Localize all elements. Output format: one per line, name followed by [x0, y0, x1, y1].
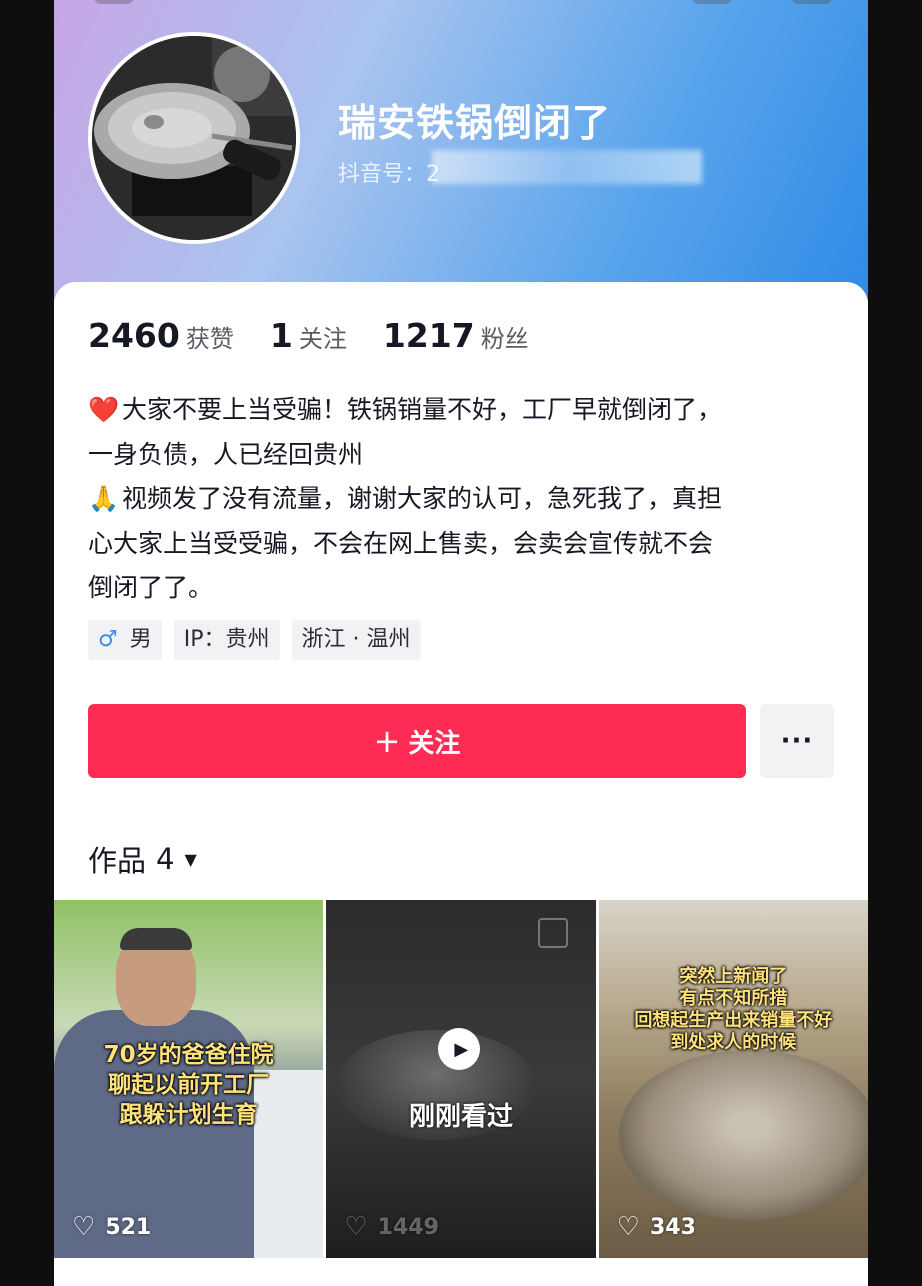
heart-emoji-icon: ❤️ — [88, 395, 120, 424]
following-count[interactable]: 1 — [270, 316, 293, 355]
caption-line: 突然上新闻了 — [679, 966, 788, 987]
bio-line: 倒闭了了。 — [88, 573, 214, 602]
caption-line: 70岁的爸爸住院 — [103, 1042, 274, 1068]
video-grid: 70岁的爸爸住院 聊起以前开工厂 跟躲计划生育 ♡ 521 ▶ 刚刚看过 ♡ 1… — [54, 900, 868, 1286]
works-count: 4 — [156, 842, 175, 876]
profile-stats: 2460 获赞 1 关注 1217 粉丝 — [88, 316, 565, 355]
follow-label: 关注 — [408, 728, 461, 759]
caption-line: 聊起以前开工厂 — [108, 1072, 270, 1098]
heart-outline-icon: ♡ — [72, 1212, 96, 1242]
video-thumbnail[interactable]: 突然上新闻了 有点不知所措 回想起生产出来销量不好 到处求人的时候 ♡ 343 — [598, 900, 868, 1258]
profile-bio: ❤️ 大家不要上当受骗！铁锅销量不好，工厂早就倒闭了， 一身负债，人已经回贵州 🙏… — [88, 388, 828, 611]
gender-tag: ♂ 男 — [88, 620, 162, 660]
profile-tags: ♂ 男 IP：贵州 浙江 · 温州 — [88, 620, 421, 660]
status-indicator — [94, 0, 134, 4]
bio-line: 大家不要上当受骗！铁锅销量不好，工厂早就倒闭了， — [122, 395, 723, 424]
ip-location-tag: IP：贵州 — [173, 620, 280, 660]
more-options-button[interactable]: ··· — [760, 704, 834, 778]
video-likes: ♡ 521 — [72, 1212, 151, 1242]
video-thumbnail[interactable]: 70岁的爸爸住院 聊起以前开工厂 跟躲计划生育 ♡ 521 — [54, 900, 324, 1258]
multi-image-icon — [537, 918, 568, 948]
video-thumbnail[interactable]: ▶ 刚刚看过 ♡ 1449 — [326, 900, 596, 1258]
douyin-id-redacted — [432, 150, 702, 184]
bio-line: 视频发了没有流量，谢谢大家的认可，急死我了，真担 — [122, 484, 723, 513]
heart-outline-icon: ♡ — [344, 1212, 368, 1242]
wok-avatar-image — [92, 36, 296, 240]
profile-screen: 瑞安铁锅倒闭了 抖音号：2 2460 获赞 1 关注 1217 粉丝 ❤️ 大家不… — [54, 0, 868, 1286]
likes-count[interactable]: 2460 — [88, 316, 180, 355]
profile-username: 瑞安铁锅倒闭了 — [338, 101, 612, 145]
heart-outline-icon: ♡ — [616, 1212, 640, 1242]
city-tag: 浙江 · 温州 — [291, 620, 421, 660]
caption-line: 有点不知所措 — [679, 988, 788, 1009]
likes-value: 343 — [649, 1214, 696, 1240]
works-tab[interactable]: 作品 4 ▼ — [88, 838, 197, 880]
video-likes: ♡ 343 — [617, 1212, 696, 1242]
video-caption: 70岁的爸爸住院 聊起以前开工厂 跟躲计划生育 — [54, 1040, 323, 1130]
caption-line: 跟躲计划生育 — [119, 1102, 258, 1128]
followers-label: 粉丝 — [480, 325, 529, 353]
pray-emoji-icon: 🙏 — [88, 484, 120, 513]
avatar[interactable] — [88, 32, 300, 244]
following-label: 关注 — [298, 325, 347, 353]
male-icon: ♂ — [98, 627, 118, 652]
recently-watched-label: 刚刚看过 — [408, 1102, 513, 1132]
likes-value: 1449 — [377, 1214, 439, 1240]
followers-count[interactable]: 1217 — [383, 316, 475, 355]
gender-label: 男 — [129, 627, 152, 652]
profile-header-background: 瑞安铁锅倒闭了 抖音号：2 — [54, 0, 868, 300]
likes-label: 获赞 — [185, 325, 234, 353]
caption-line: 回想起生产出来销量不好 — [634, 1010, 833, 1031]
status-indicator — [692, 0, 732, 4]
status-indicator — [792, 0, 832, 4]
caret-down-icon: ▼ — [184, 849, 197, 869]
douyin-id-label: 抖音号：2 — [338, 162, 440, 187]
bio-line: 一身负债，人已经回贵州 — [88, 439, 364, 469]
follow-button[interactable]: + 关注 — [88, 704, 746, 778]
likes-value: 521 — [105, 1214, 152, 1240]
bio-line: 心大家上当受受骗，不会在网上售卖，会卖会宣传就不会 — [88, 528, 714, 558]
video-likes: ♡ 1449 — [344, 1212, 439, 1242]
plus-icon: + — [373, 722, 401, 760]
caption-line: 到处求人的时候 — [670, 1032, 797, 1053]
person-hair-shape — [120, 928, 192, 950]
works-label: 作品 — [88, 844, 147, 878]
wok-shape — [618, 1050, 868, 1220]
video-caption: 突然上新闻了 有点不知所措 回想起生产出来销量不好 到处求人的时候 — [599, 966, 868, 1054]
